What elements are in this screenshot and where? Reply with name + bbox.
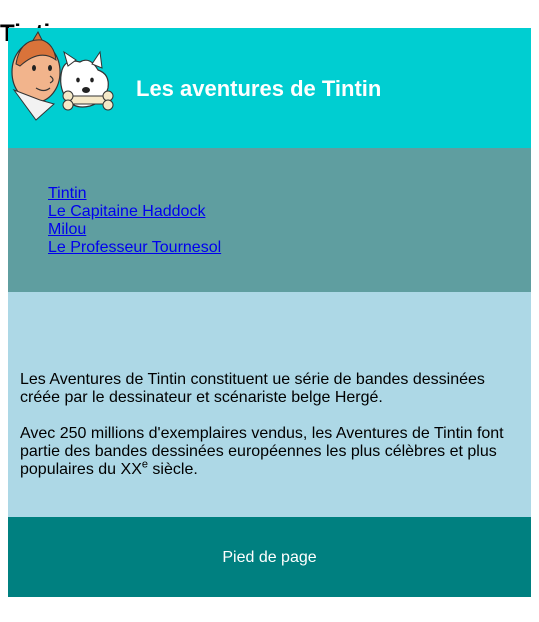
nav-link-tournesol[interactable]: Le Professeur Tournesol (48, 239, 221, 256)
nav-list: Tintin Le Capitaine Haddock Milou Le Pro… (48, 185, 221, 257)
page: Les aventures de Tintin Tintin Le Capita… (8, 27, 531, 597)
stats-paragraph: Avec 250 millions d'exemplaires vendus, … (20, 425, 510, 479)
footer-text: Pied de page (222, 548, 317, 566)
nav-item: Milou (48, 221, 221, 239)
intro-paragraph: Les Aventures de Tintin constituent ue s… (20, 370, 485, 406)
nav-item: Tintin (48, 185, 221, 203)
nav-item: Le Professeur Tournesol (48, 239, 221, 257)
nav-link-haddock[interactable]: Le Capitaine Haddock (48, 203, 205, 220)
site-footer: Pied de page (8, 516, 531, 597)
site-header: Les aventures de Tintin (8, 27, 531, 148)
stats-paragraph-end: siècle. (147, 460, 198, 478)
nav-item: Le Capitaine Haddock (48, 203, 221, 221)
tintin-milou-logo-icon (11, 30, 114, 121)
nav-link-milou[interactable]: Milou (48, 221, 86, 238)
character-nav: Tintin Le Capitaine Haddock Milou Le Pro… (8, 147, 531, 292)
nav-link-tintin[interactable]: Tintin (48, 185, 87, 202)
stats-paragraph-start: Avec 250 millions d'exemplaires vendus, … (20, 424, 504, 478)
site-title: Les aventures de Tintin (136, 75, 382, 101)
